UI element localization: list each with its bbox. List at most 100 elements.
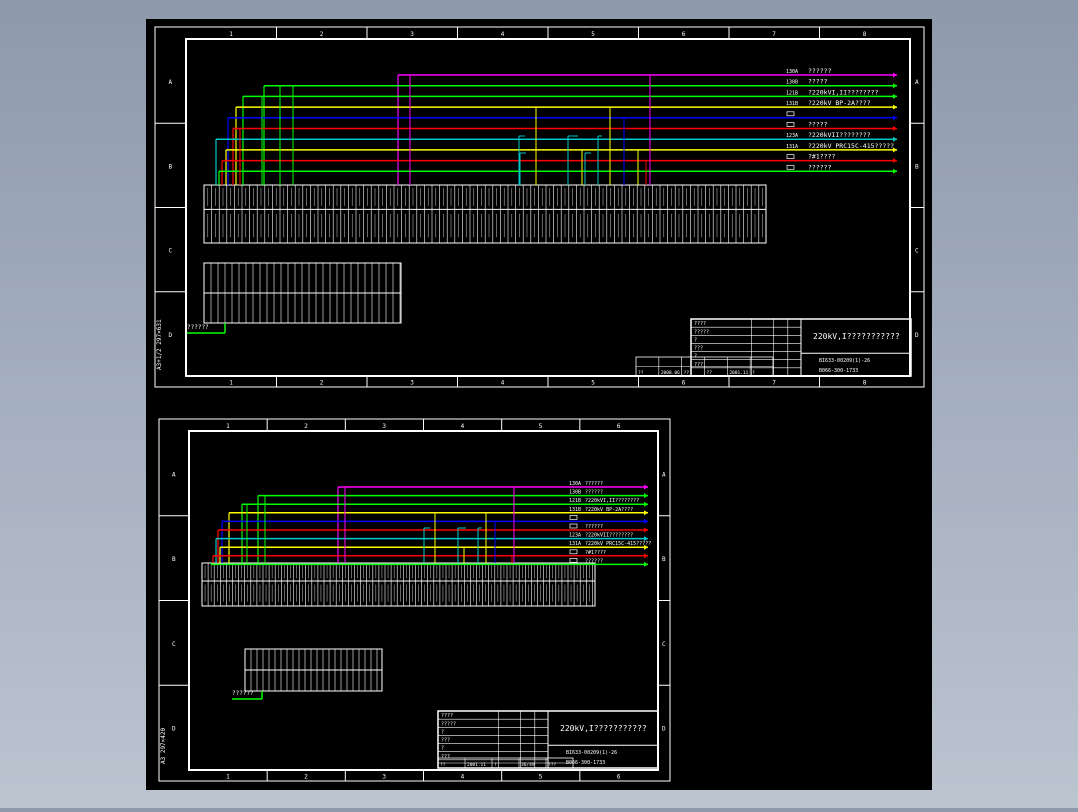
row-zone-label: A (915, 79, 919, 86)
column-zone-label: 6 (617, 423, 621, 430)
bus-code: 131A (786, 144, 798, 150)
column-zone-label: 2 (304, 774, 308, 781)
revision-field: 2008.06 (661, 370, 680, 376)
title-block-field: ? (694, 337, 697, 343)
bus-label: ?220kV PRC15C-415????? (585, 541, 651, 547)
column-zone-label: 5 (591, 380, 595, 387)
row-zone-label: D (172, 726, 176, 733)
bus-code: 131A (569, 541, 581, 547)
row-zone-label: D (169, 332, 173, 339)
bus-code: 130A (569, 481, 581, 487)
column-zone-label: 7 (772, 380, 776, 387)
column-zone-label: 2 (304, 423, 308, 430)
title-block-field: ???? (694, 321, 706, 327)
title-block-field: ????? (441, 721, 456, 727)
column-zone-label: 7 (772, 31, 776, 38)
row-zone-label: D (662, 726, 666, 733)
bus-label: ?220kV BP-2A???? (585, 507, 633, 513)
bus-label: ?????? (808, 163, 832, 171)
bus-label: ????? (808, 78, 828, 86)
bus-code: 123A (786, 133, 798, 139)
cad-drawing[interactable]: 1 1 2 2 3 3 4 4 5 5 6 6 7 7 8 8 A A B B C C D D A3+1/2 297×631??… (0, 0, 1078, 808)
bus-label: ?#1???? (808, 153, 835, 161)
bus-code: 121B (786, 90, 798, 96)
bus-code: 131B (569, 507, 581, 513)
bus-label: ?????? (585, 490, 603, 496)
column-zone-label: 2 (320, 380, 324, 387)
column-zone-label: 3 (410, 380, 414, 387)
column-zone-label: 6 (682, 31, 686, 38)
row-zone-label: A (172, 471, 176, 478)
bus-label: ?220kVII???????? (585, 533, 633, 539)
revision-field: ? (494, 762, 497, 768)
revision-field: ?? (707, 370, 713, 376)
row-zone-label: B (662, 556, 666, 563)
drawing-code: B066-300-1733 (819, 368, 858, 374)
bus-code: 130B (786, 80, 798, 86)
row-zone-label: B (915, 163, 919, 170)
sheet2-background (146, 400, 932, 790)
revision-field: 2001.11 (729, 370, 748, 376)
drawing-title: 220kV,I??????????? (560, 724, 647, 733)
wiring-note: ?????? (232, 690, 254, 697)
bus-label: ?220kVI,II???????? (585, 498, 639, 504)
wiring-note: ?????? (187, 324, 209, 331)
row-zone-label: C (915, 248, 919, 255)
title-block-field: ??? (441, 754, 450, 760)
column-zone-label: 6 (682, 380, 686, 387)
bus-label: ?????? (808, 67, 832, 75)
column-zone-label: 4 (461, 774, 465, 781)
column-zone-label: 8 (863, 31, 867, 38)
title-block-field: ? (441, 729, 444, 735)
row-zone-label: B (169, 163, 173, 170)
bus-code: 123A (569, 533, 581, 539)
column-zone-label: 1 (226, 423, 230, 430)
bus-label: ?220kVII???????? (808, 131, 871, 139)
bus-code: 131B (786, 101, 798, 107)
row-zone-label: C (169, 248, 173, 255)
bus-label: ?220kV BP-2A???? (808, 99, 871, 107)
title-block-field: ??? (694, 346, 703, 352)
column-zone-label: 5 (591, 31, 595, 38)
column-zone-label: 4 (501, 380, 505, 387)
title-block-field: ??? (441, 738, 450, 744)
revision-field: 2001.11 (467, 762, 486, 768)
title-block-field: ? (441, 746, 444, 752)
revision-field: ?? (684, 370, 690, 376)
revision-field: ??? (548, 762, 556, 768)
bus-label: ????? (808, 121, 828, 129)
bus-label: ?#1???? (585, 550, 606, 556)
column-zone-label: 8 (863, 380, 867, 387)
column-zone-label: 3 (410, 31, 414, 38)
bus-label: ?220kVI,II???????? (808, 88, 879, 96)
revision-field: 36/49 (521, 762, 535, 768)
column-zone-label: 1 (229, 380, 233, 387)
bus-code: 121B (569, 498, 581, 504)
column-zone-label: 4 (501, 31, 505, 38)
bus-label: ?????? (585, 481, 603, 487)
column-zone-label: 3 (382, 774, 386, 781)
revision-field: ?? (440, 762, 446, 768)
sheet-size-note: A3+1/2 297×631 (156, 319, 163, 370)
title-block-field: ???? (441, 713, 453, 719)
sheet-size-note: A3 297×420 (160, 727, 167, 764)
revision-field: ? (752, 370, 755, 376)
column-zone-label: 6 (617, 774, 621, 781)
revision-field: ?? (638, 370, 644, 376)
row-zone-label: C (172, 641, 176, 648)
bus-label: ?????? (585, 524, 603, 530)
column-zone-label: 3 (382, 423, 386, 430)
column-zone-label: 4 (461, 423, 465, 430)
row-zone-label: A (662, 471, 666, 478)
column-zone-label: 1 (226, 774, 230, 781)
row-zone-label: A (169, 79, 173, 86)
column-zone-label: 5 (539, 423, 543, 430)
column-zone-label: 1 (229, 31, 233, 38)
column-zone-label: 2 (320, 31, 324, 38)
cad-viewer-canvas: 1 1 2 2 3 3 4 4 5 5 6 6 7 7 8 8 A A B B C C D D A3+1/2 297×631??… (0, 0, 1078, 808)
row-zone-label: C (662, 641, 666, 648)
row-zone-label: B (172, 556, 176, 563)
row-zone-label: D (915, 332, 919, 339)
bus-code: 130B (569, 490, 581, 496)
column-zone-label: 5 (539, 774, 543, 781)
